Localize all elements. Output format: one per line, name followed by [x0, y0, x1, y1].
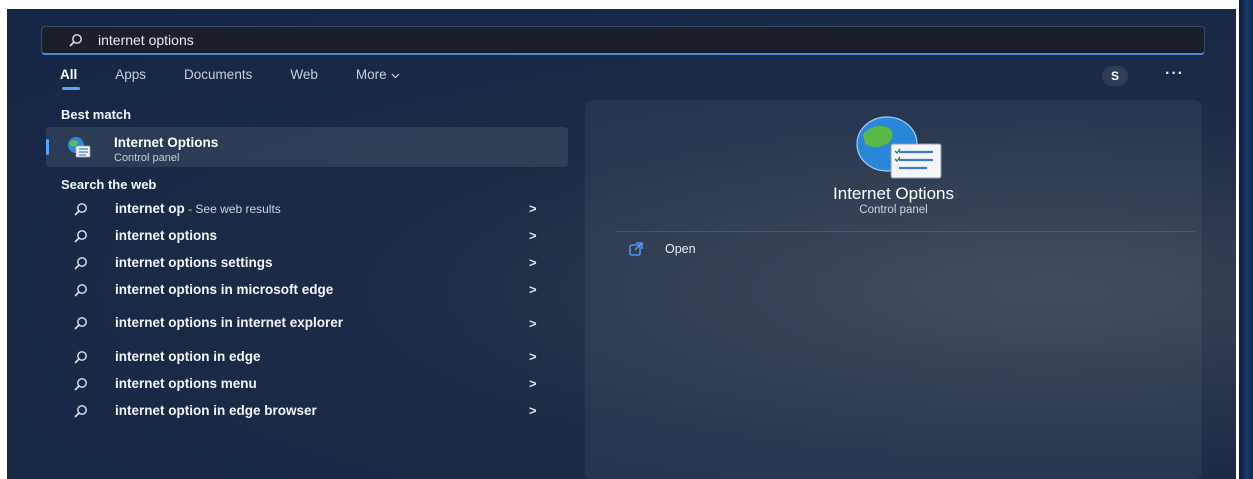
- web-result[interactable]: internet options >: [46, 222, 568, 249]
- web-result[interactable]: internet options in internet explorer >: [46, 303, 568, 343]
- search-icon: [73, 228, 89, 244]
- chevron-right-icon: >: [529, 282, 537, 297]
- web-result-label: internet options settings: [115, 254, 273, 270]
- search-web-heading: Search the web: [61, 177, 157, 192]
- web-result[interactable]: internet op - See web results >: [46, 195, 568, 222]
- internet-options-icon: [67, 136, 91, 158]
- chevron-right-icon: >: [529, 315, 537, 331]
- chevron-right-icon: >: [529, 255, 537, 270]
- search-icon: [73, 201, 89, 217]
- web-result-label: internet option in edge: [115, 348, 261, 364]
- best-match-title: Internet Options: [114, 135, 219, 150]
- web-result-label: internet options menu: [115, 375, 257, 391]
- tab-apps[interactable]: Apps: [115, 67, 146, 82]
- search-icon: [73, 403, 89, 419]
- filter-tabs: All Apps Documents Web More: [60, 67, 438, 90]
- web-result-hint: - See web results: [184, 201, 281, 216]
- web-result-label: internet options in internet explorer: [115, 315, 344, 330]
- preview-subtitle: Control panel: [859, 204, 928, 216]
- search-icon: [73, 349, 89, 365]
- open-icon: [629, 242, 643, 256]
- chevron-right-icon: >: [529, 228, 537, 243]
- preview-divider: [615, 231, 1195, 232]
- web-results-list: internet op - See web results > internet…: [46, 195, 568, 424]
- web-result-label: internet options: [115, 227, 217, 243]
- best-match-subtitle: Control panel: [114, 152, 180, 164]
- chevron-right-icon: >: [529, 349, 537, 364]
- preview-title: Internet Options: [833, 184, 954, 203]
- preview-pane: Internet Options Control panel Open: [585, 100, 1202, 479]
- tab-web[interactable]: Web: [290, 67, 318, 82]
- search-icon: [73, 376, 89, 392]
- tab-more-label: More: [355, 67, 387, 82]
- chevron-right-icon: >: [529, 376, 537, 391]
- start-search-panel: All Apps Documents Web More S ··· Best m…: [7, 9, 1236, 479]
- user-avatar[interactable]: S: [1102, 66, 1128, 86]
- chevron-right-icon: >: [529, 403, 537, 418]
- web-result[interactable]: internet options settings >: [46, 249, 568, 276]
- web-result-label: internet option in edge browser: [115, 402, 317, 418]
- search-icon: [73, 282, 89, 298]
- tab-all[interactable]: All: [60, 67, 81, 90]
- best-match-heading: Best match: [61, 107, 132, 122]
- selection-marker: [46, 139, 49, 155]
- chevron-right-icon: >: [529, 201, 537, 216]
- search-input[interactable]: [96, 31, 700, 49]
- web-result-label: internet op - See web results: [115, 200, 281, 216]
- tab-documents[interactable]: Documents: [184, 67, 252, 82]
- web-result[interactable]: internet options in microsoft edge >: [46, 276, 568, 303]
- open-label: Open: [665, 242, 696, 256]
- search-box[interactable]: [41, 26, 1205, 55]
- web-result[interactable]: internet option in edge browser >: [46, 397, 568, 424]
- internet-options-large-icon: [843, 114, 947, 184]
- desktop-edge: [1239, 0, 1253, 479]
- web-result[interactable]: internet option in edge >: [46, 343, 568, 370]
- search-icon: [73, 255, 89, 271]
- chevron-down-icon: [391, 67, 400, 82]
- tab-more[interactable]: More: [356, 67, 400, 82]
- web-result[interactable]: internet options menu >: [46, 370, 568, 397]
- search-icon: [73, 315, 89, 331]
- web-result-label: internet options in microsoft edge: [115, 281, 334, 297]
- search-icon: [68, 32, 84, 48]
- more-options-icon[interactable]: ···: [1165, 65, 1184, 83]
- best-match-item[interactable]: Internet Options Control panel: [46, 127, 568, 167]
- open-action[interactable]: Open: [629, 242, 696, 256]
